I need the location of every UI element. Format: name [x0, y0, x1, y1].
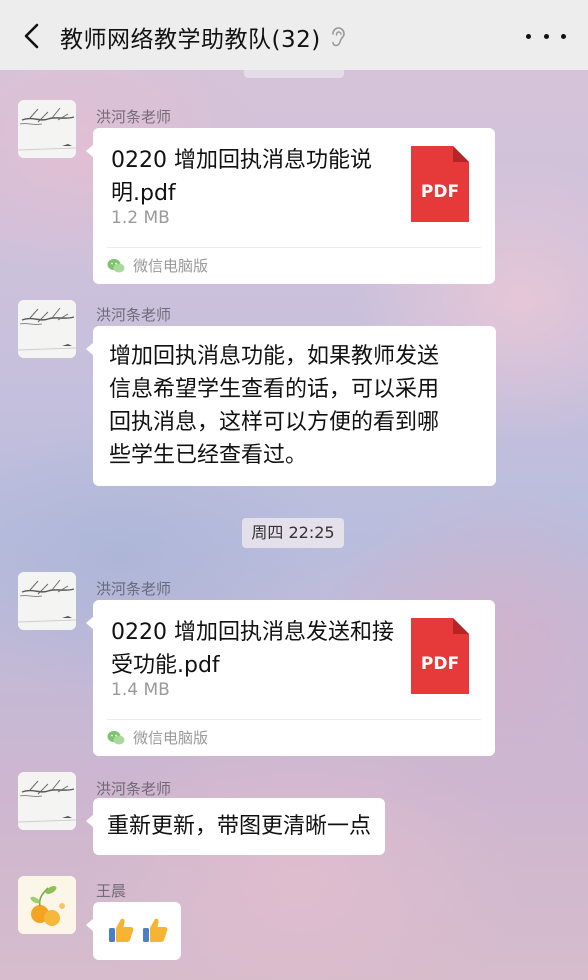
- avatar[interactable]: [18, 772, 76, 830]
- card-footer: 微信电脑版: [107, 255, 208, 276]
- text-message-bubble[interactable]: 重新更新，带图更清晰一点: [85, 798, 386, 855]
- thumbs-up-icons: [107, 916, 169, 944]
- file-name: 0220 增加回执消息发送和接受功能.pdf: [111, 620, 394, 678]
- source-label: 微信电脑版: [133, 729, 209, 747]
- thumbs-up-icon: [143, 918, 168, 942]
- pdf-label: PDF: [420, 182, 460, 202]
- emoji-message-bubble[interactable]: 👍👍: [86, 902, 181, 960]
- chat-screen: 教师网络教学助教队(32) 洪河条老师 0220 增加回执消息功能说明.pdf …: [0, 0, 588, 980]
- avatar[interactable]: [18, 876, 76, 934]
- chevron-left-icon: [24, 23, 39, 49]
- chat-title: 教师网络教学助教队(32): [60, 20, 345, 54]
- card-footer: 微信电脑版: [107, 727, 208, 748]
- sender-name: 洪河条老师: [96, 108, 172, 126]
- wechat-icon: [107, 730, 125, 746]
- ear-icon: [329, 27, 345, 47]
- file-size: 1.2 MB: [111, 208, 170, 228]
- chat-header: 教师网络教学助教队(32): [0, 0, 588, 70]
- wechat-icon: [107, 258, 125, 274]
- file-message-card[interactable]: 0220 增加回执消息发送和接受功能.pdf 1.4 MB PDF 微信电脑版: [86, 600, 495, 756]
- file-name: 0220 增加回执消息功能说明.pdf: [111, 148, 372, 206]
- avatar[interactable]: [18, 572, 76, 630]
- text-message-bubble[interactable]: 增加回执消息功能，如果教师发送 信息希望学生查看的话，可以采用 回执消息，这样可…: [86, 326, 496, 486]
- more-dots-icon[interactable]: [526, 22, 566, 50]
- file-message-card[interactable]: 0220 增加回执消息功能说明.pdf 1.2 MB PDF 微信电脑版: [86, 128, 495, 284]
- thumbs-up-icon: [109, 918, 134, 942]
- sender-name: 洪河条老师: [96, 780, 172, 798]
- card-divider: [107, 247, 481, 248]
- sender-name: 洪河条老师: [96, 306, 172, 324]
- sender-name: 洪河条老师: [96, 580, 172, 598]
- group-name: 教师网络教学助教队(32): [60, 27, 321, 53]
- pdf-file-icon: PDF: [411, 146, 469, 222]
- time-separator: 周四 22:25: [242, 518, 344, 548]
- message-text: 重新更新，带图更清晰一点: [107, 814, 372, 839]
- card-divider: [107, 719, 481, 720]
- message-text: 增加回执消息功能，如果教师发送 信息希望学生查看的话，可以采用 回执消息，这样可…: [109, 344, 440, 468]
- pdf-label: PDF: [420, 654, 460, 674]
- avatar[interactable]: [18, 300, 76, 358]
- older-time-pill: [244, 70, 344, 78]
- source-label: 微信电脑版: [133, 257, 209, 275]
- sender-name: 王晨: [96, 882, 127, 900]
- file-size: 1.4 MB: [111, 680, 170, 700]
- pdf-file-icon: PDF: [411, 618, 469, 694]
- back-button[interactable]: [14, 18, 50, 54]
- avatar[interactable]: [18, 100, 76, 158]
